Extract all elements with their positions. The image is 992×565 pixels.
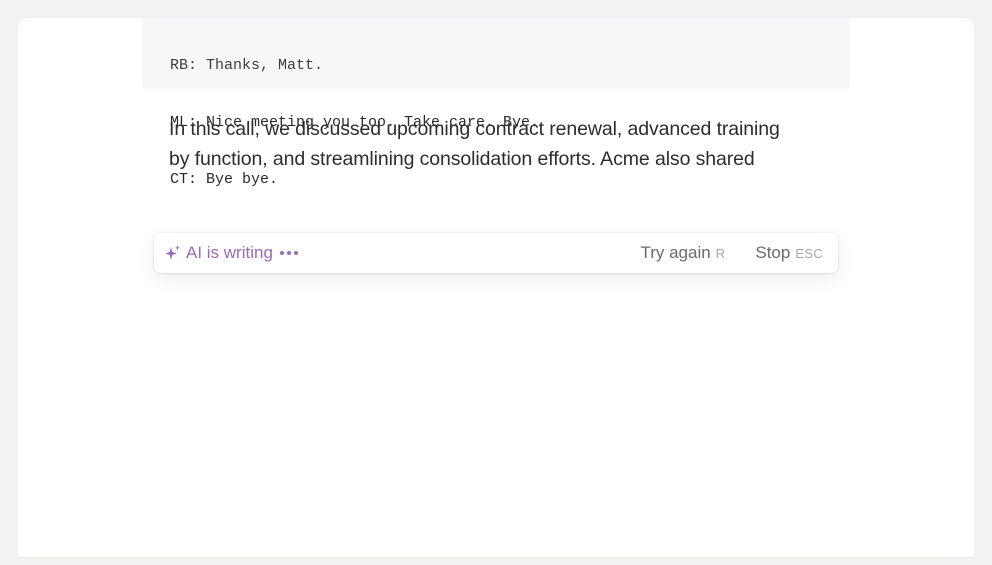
loading-dots-icon xyxy=(279,251,298,255)
try-again-label: Try again xyxy=(640,243,711,262)
try-again-shortcut: R xyxy=(715,246,726,261)
ai-status: AI is writing xyxy=(165,233,298,273)
transcript-line: RB: Thanks, Matt. xyxy=(170,57,324,74)
stop-label: Stop xyxy=(755,243,791,262)
ai-actions: Try again R Stop ESC xyxy=(640,233,823,273)
ai-status-label: AI is writing xyxy=(186,243,273,262)
try-again-button[interactable]: Try again R xyxy=(640,243,725,263)
sparkle-icon xyxy=(165,244,181,262)
stop-button[interactable]: Stop ESC xyxy=(755,243,823,263)
document-page: RB: Thanks, Matt. ML: Nice meeting you t… xyxy=(18,18,974,557)
ai-summary-paragraph: In this call, we discussed upcoming cont… xyxy=(169,118,780,170)
stop-shortcut: ESC xyxy=(795,246,823,261)
transcript-code-block: RB: Thanks, Matt. ML: Nice meeting you t… xyxy=(142,18,850,188)
ai-writing-bar: AI is writing Try again R Stop ESC xyxy=(154,233,838,273)
